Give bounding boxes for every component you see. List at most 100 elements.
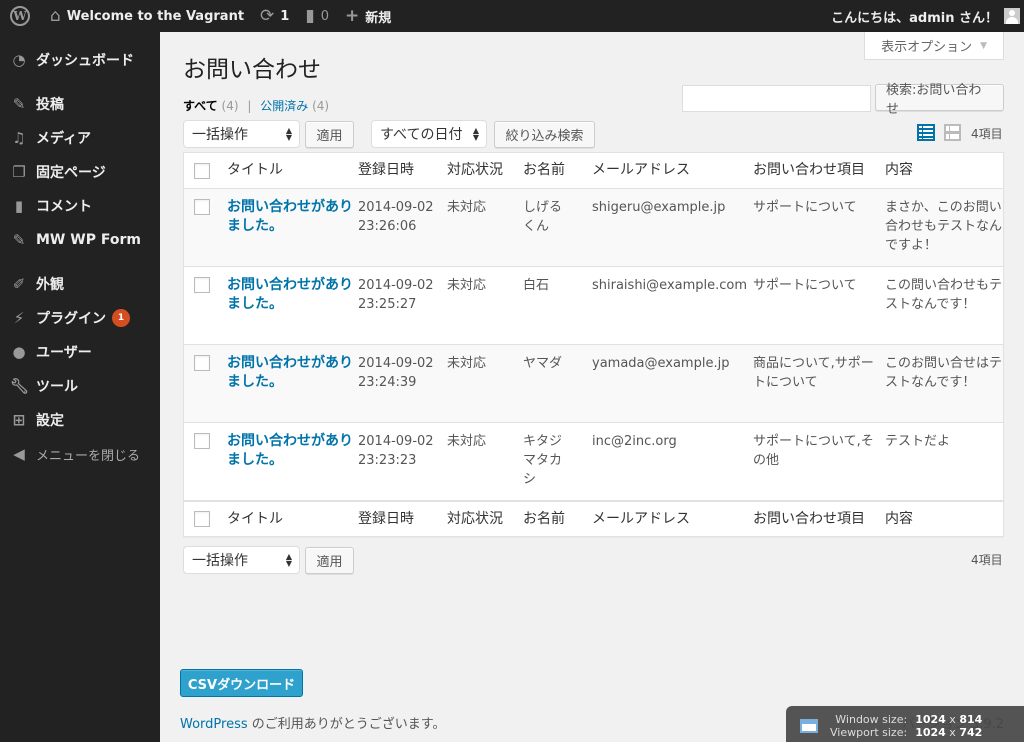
plugin-update-badge: 1 <box>112 309 130 327</box>
filter-button[interactable]: 絞り込み検索 <box>494 121 595 148</box>
sidebar-item-label: MW WP Form <box>36 232 141 248</box>
plugin-icon: ⚡ <box>13 309 25 327</box>
row-name: 白石 <box>523 278 550 293</box>
new-label: 新規 <box>365 10 392 26</box>
apply-button-bottom[interactable]: 適用 <box>305 547 354 574</box>
row-status: 未対応 <box>447 356 487 371</box>
sidebar-item-dashboard[interactable]: ◔ ダッシュボード <box>0 43 160 77</box>
row-title-link[interactable]: お問い合わせがありました。 <box>227 277 353 312</box>
collapse-icon: ◀ <box>13 445 25 463</box>
column-date: 登録日時 <box>358 162 414 178</box>
updates-count: 1 <box>280 8 290 24</box>
sidebar-item-mw-wp-form[interactable]: ✎ MW WP Form <box>0 223 160 257</box>
column-inquiry-item: お問い合わせ項目 <box>753 510 865 527</box>
apply-button-top[interactable]: 適用 <box>305 121 354 148</box>
excerpt-view-icon[interactable] <box>944 124 961 141</box>
updates-menu[interactable]: ⟳ 1 <box>252 0 297 32</box>
sidebar-item-pages[interactable]: ❐ 固定ページ <box>0 155 160 189</box>
table-row: お問い合わせがありました。 2014-09-02 23:26:06 未対応 しげる… <box>184 189 1003 267</box>
table-row: お問い合わせがありました。 2014-09-02 23:25:27 未対応 白石 … <box>184 267 1003 345</box>
sidebar-item-label: 外観 <box>36 277 64 293</box>
site-name: Welcome to the Vagrant <box>66 8 245 24</box>
sidebar-item-posts[interactable]: ✎ 投稿 <box>0 87 160 121</box>
sidebar-item-label: 設定 <box>36 413 64 429</box>
row-date: 2014-09-02 <box>358 356 434 371</box>
row-title-link[interactable]: お問い合わせがありました。 <box>227 355 353 390</box>
list-view-icon[interactable] <box>917 124 935 141</box>
column-title[interactable]: タイトル <box>227 161 358 180</box>
item-count-bottom: 4項目 <box>971 553 1003 567</box>
sidebar-item-label: ユーザー <box>36 345 92 361</box>
screen-options-button[interactable]: 表示オプション ▼ <box>864 32 1004 60</box>
row-email: inc@2inc.org <box>592 434 677 449</box>
row-status: 未対応 <box>447 278 487 293</box>
row-email: yamada@example.jp <box>592 356 730 371</box>
inquiries-table: タイトル 登録日時 対応状況 お名前 メールアドレス お問い合わせ項目 内容 お… <box>183 152 1004 537</box>
search-input[interactable] <box>682 85 871 112</box>
sidebar-item-comments[interactable]: ▮ コメント <box>0 189 160 223</box>
column-content: 内容 <box>885 162 913 178</box>
column-status: 対応状況 <box>447 510 503 527</box>
row-inquiry-item: サポートについて <box>753 278 857 293</box>
row-time: 23:23:23 <box>358 453 417 468</box>
user-icon: ● <box>12 343 26 361</box>
date-filter-select[interactable]: すべての日付 ▲ ▼ <box>371 120 487 148</box>
collapse-menu-button[interactable]: ◀ メニューを閉じる <box>0 437 160 471</box>
csv-download-button[interactable]: CSVダウンロード <box>180 669 303 697</box>
sidebar-item-label: 固定ページ <box>36 165 106 181</box>
select-all-checkbox-bottom[interactable] <box>194 511 210 527</box>
admin-bar: W ⌂ Welcome to the Vagrant ⟳ 1 ▮ 0 + 新規 … <box>0 0 1024 32</box>
column-status: 対応状況 <box>447 162 503 178</box>
sidebar-item-settings[interactable]: ⊞ 設定 <box>0 403 160 437</box>
new-content-menu[interactable]: + 新規 <box>337 0 399 32</box>
view-published[interactable]: 公開済み <box>260 99 308 113</box>
row-title-link[interactable]: お問い合わせがありました。 <box>227 199 353 234</box>
row-date: 2014-09-02 <box>358 434 434 449</box>
main-content: 表示オプション ▼ お問い合わせ すべて (4) | 公開済み (4) 検索:お… <box>160 32 1024 742</box>
row-checkbox[interactable] <box>194 433 210 449</box>
viewport-height: 742 <box>959 726 983 739</box>
row-checkbox[interactable] <box>194 355 210 371</box>
window-width: 1024 <box>915 713 946 726</box>
row-inquiry-item: サポートについて <box>753 200 857 215</box>
footer-thanks-text: のご利用ありがとうございます。 <box>247 717 446 732</box>
sidebar-item-label: コメント <box>36 199 92 215</box>
window-height: 814 <box>959 713 983 726</box>
sidebar-item-users[interactable]: ● ユーザー <box>0 335 160 369</box>
bulk-action-select-bottom[interactable]: 一括操作 ▲ ▼ <box>183 546 300 574</box>
site-name-menu[interactable]: ⌂ Welcome to the Vagrant <box>42 0 252 32</box>
bulk-action-select-top[interactable]: 一括操作 ▲ ▼ <box>183 120 300 148</box>
row-inquiry-item: サポートについて,その他 <box>753 434 874 468</box>
comments-count: 0 <box>320 8 329 24</box>
select-all-checkbox[interactable] <box>194 162 210 179</box>
table-row: お問い合わせがありました。 2014-09-02 23:23:23 未対応 キタジ… <box>184 423 1003 501</box>
select-arrows-icon: ▲ ▼ <box>285 126 292 142</box>
sidebar-item-media[interactable]: ♫ メディア <box>0 121 160 155</box>
row-content: このお問い合せはテストなんです！ <box>885 356 1003 390</box>
avatar <box>1004 8 1020 24</box>
sidebar-item-plugins[interactable]: ⚡ プラグイン 1 <box>0 301 160 335</box>
view-all[interactable]: すべて <box>183 99 218 113</box>
column-email: メールアドレス <box>592 510 690 527</box>
sidebar-item-label: メディア <box>36 131 92 147</box>
sidebar-item-tools[interactable]: 🔧︎ ツール <box>0 369 160 403</box>
window-size-overlay: Window size: Viewport size: 1024 x 814 1… <box>786 706 1024 742</box>
wordpress-link[interactable]: WordPress <box>180 717 248 732</box>
comments-menu[interactable]: ▮ 0 <box>297 0 337 32</box>
column-title[interactable]: タイトル <box>227 510 358 529</box>
row-checkbox[interactable] <box>194 277 210 293</box>
view-all-count: (4) <box>221 99 239 113</box>
row-name: しげるくん <box>523 200 563 234</box>
row-content: テストだよ <box>885 434 951 449</box>
sidebar-item-label: メニューを閉じる <box>36 448 141 464</box>
column-content: 内容 <box>885 510 913 527</box>
comment-icon: ▮ <box>305 6 315 26</box>
search-button[interactable]: 検索:お問い合わせ <box>875 83 1004 117</box>
settings-icon: ⊞ <box>12 411 26 429</box>
row-title-link[interactable]: お問い合わせがありました。 <box>227 433 353 468</box>
sidebar-item-appearance[interactable]: ✐ 外観 <box>0 267 160 301</box>
row-time: 23:24:39 <box>358 375 417 390</box>
my-account-menu[interactable]: こんにちは、admin さん！ <box>823 0 1024 32</box>
wp-logo-menu[interactable]: W <box>0 0 42 32</box>
row-checkbox[interactable] <box>194 199 210 215</box>
